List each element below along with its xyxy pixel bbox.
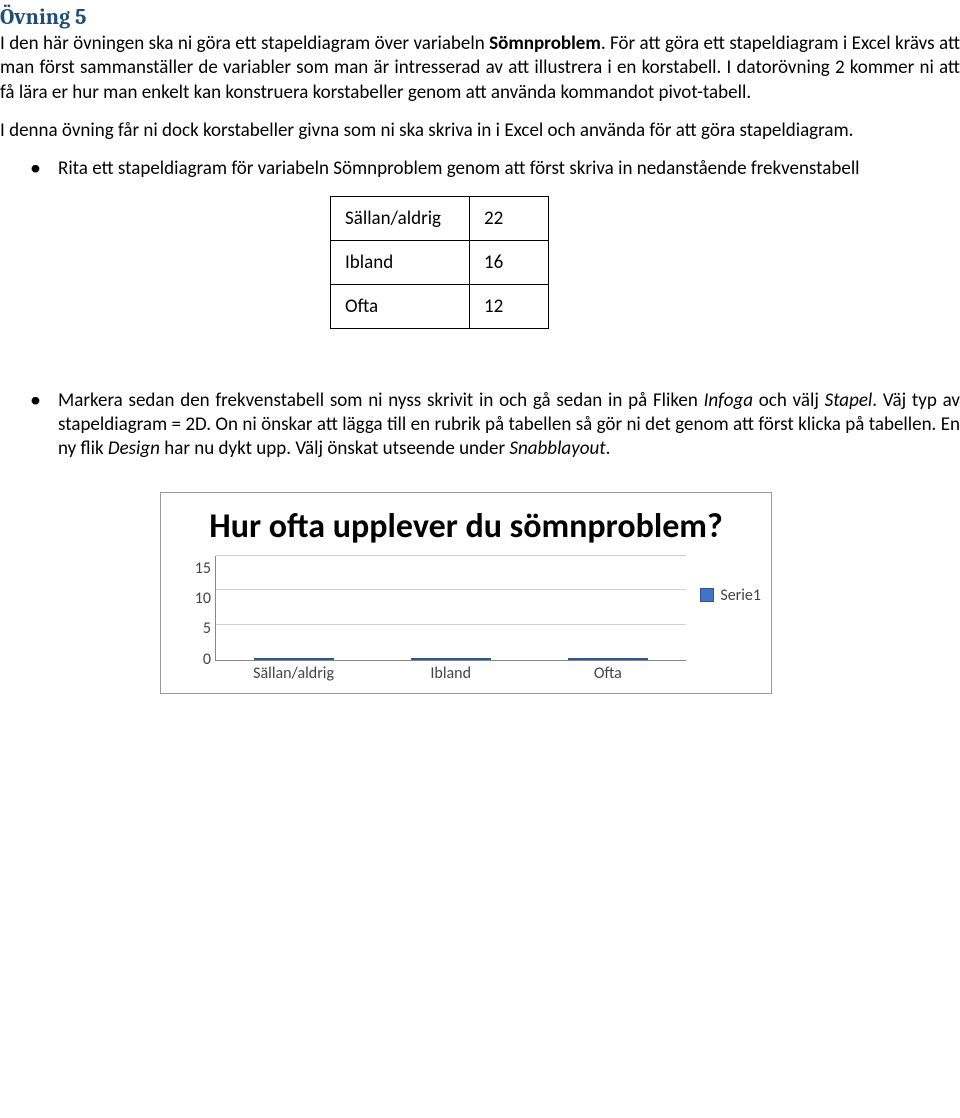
legend-label: Serie1 [720,586,761,605]
table-row: Ibland 16 [331,240,549,284]
chart-title: Hur ofta upplever du sömnproblem? [161,493,771,556]
legend-swatch [700,588,714,602]
bar [411,658,491,660]
y-axis: 15 10 5 0 [181,556,211,673]
y-tick: 10 [195,586,211,612]
table-row: Ofta 12 [331,284,549,328]
cell-label: Sällan/aldrig [331,196,470,240]
bullet-item-2: Markera sedan den frekvenstabell som ni … [30,389,960,462]
intro-paragraph-2: I denna övning får ni dock korstabeller … [0,119,960,143]
bullet-item-1: Rita ett stapeldiagram för variabeln Söm… [30,157,960,181]
italic-term: Snabblayout [509,437,605,460]
bar-slot [530,658,687,660]
x-label: Sällan/aldrig [215,664,372,683]
italic-term: Stapel [825,389,873,412]
x-axis: Sällan/aldrigIblandOfta [215,664,686,683]
x-label: Ibland [372,664,529,683]
x-label: Ofta [529,664,686,683]
plot-area [215,556,686,661]
cell-value: 12 [470,284,549,328]
text: och välj [753,389,825,412]
text: . [606,437,611,460]
cell-label: Ofta [331,284,470,328]
text: har nu dykt upp. Välj önskat utseende un… [160,437,509,460]
bar-slot [216,658,373,660]
italic-term: Design [108,437,160,460]
italic-term: Infoga [704,389,753,412]
bar [568,658,648,660]
cell-value: 16 [470,240,549,284]
cell-label: Ibland [331,240,470,284]
y-tick: 5 [203,616,211,642]
text: Rita ett stapeldiagram för variabeln Söm… [58,157,860,180]
frequency-table: Sällan/aldrig 22 Ibland 16 Ofta 12 [330,196,549,329]
bold-term: Sömnproblem [489,32,601,55]
page-title: Övning 5 [0,4,960,30]
cell-value: 22 [470,196,549,240]
chart-legend: Serie1 [686,556,761,605]
bar-chart: Hur ofta upplever du sömnproblem? 15 10 … [160,492,772,694]
y-tick: 15 [195,556,211,582]
table-row: Sällan/aldrig 22 [331,196,549,240]
text: Markera sedan den frekvenstabell som ni … [58,389,704,412]
text: I den här övningen ska ni göra ett stape… [0,32,489,55]
intro-paragraph-1: I den här övningen ska ni göra ett stape… [0,32,960,105]
bar [254,658,334,660]
bars [216,556,686,660]
y-tick: 0 [203,647,211,673]
bar-slot [373,658,530,660]
